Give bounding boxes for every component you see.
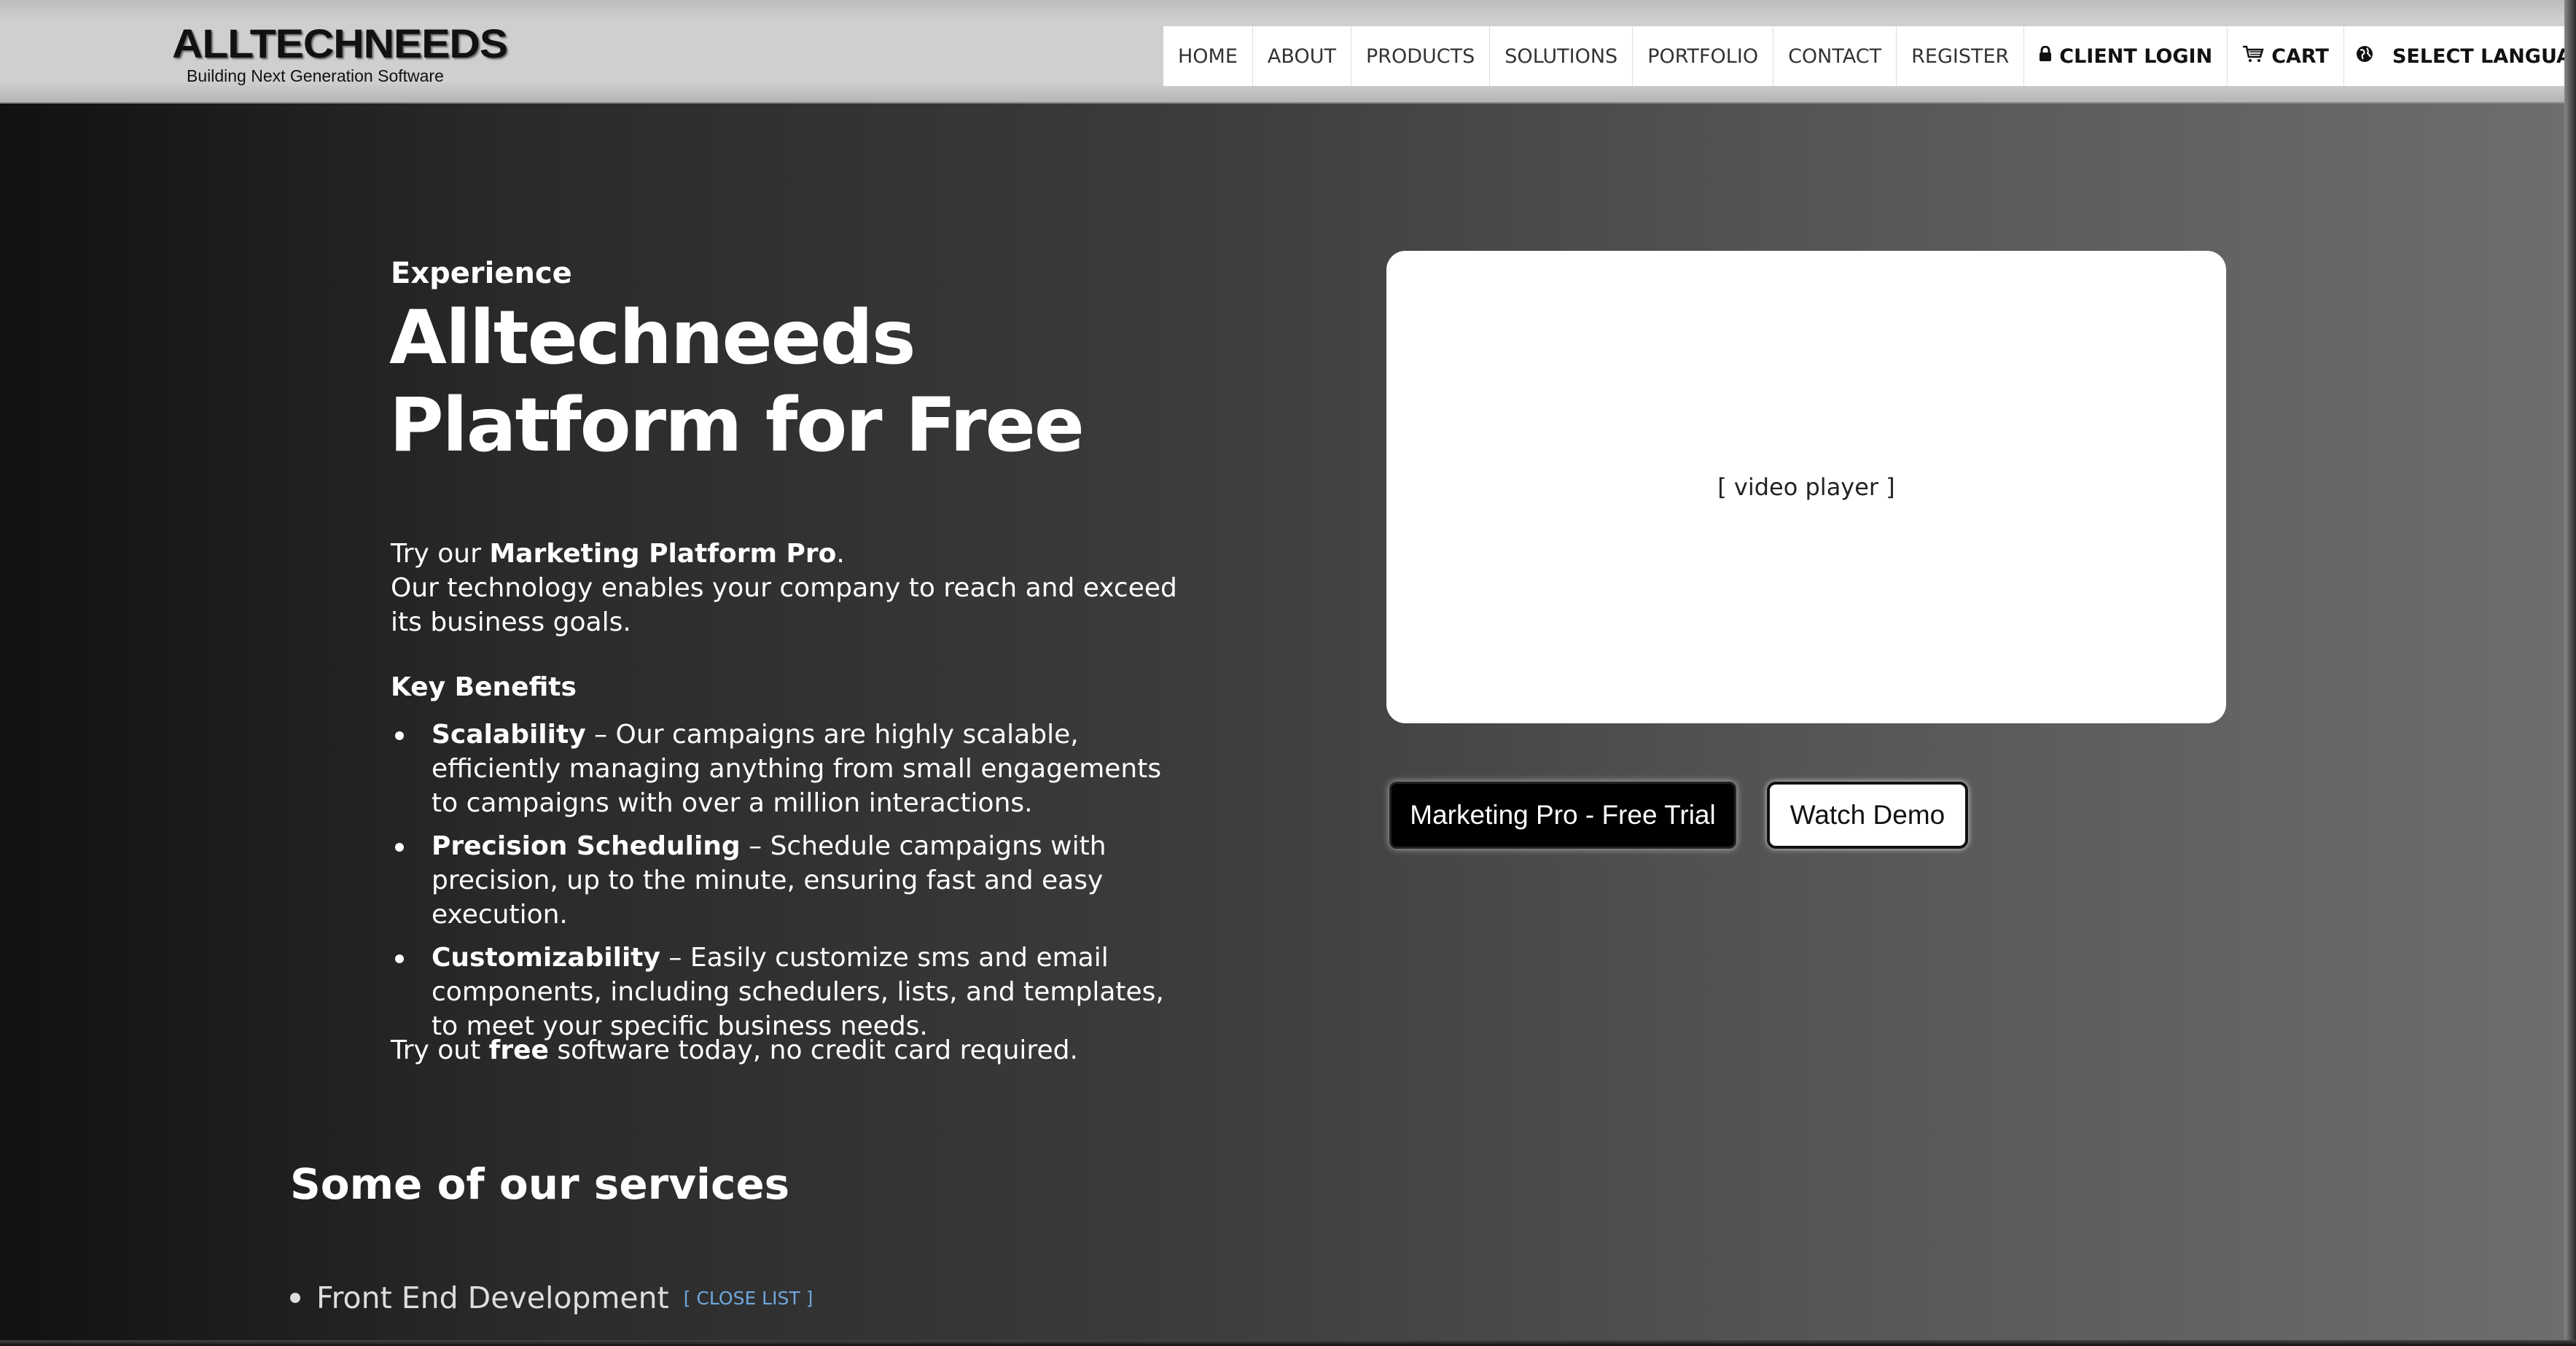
nav-home[interactable]: HOME	[1163, 26, 1253, 86]
benefit-title: Customizability	[432, 943, 660, 973]
close-list-link[interactable]: [ CLOSE LIST ]	[684, 1288, 813, 1309]
intro-line2: Our technology enables your company to r…	[391, 573, 1177, 637]
try-prefix: Try out	[391, 1035, 489, 1065]
nav-about[interactable]: ABOUT	[1253, 26, 1351, 86]
intro-prefix: Try our	[391, 539, 490, 569]
globe-icon	[2356, 45, 2373, 67]
intro-product: Marketing Platform Pro	[489, 539, 837, 569]
window-frame-bottom	[0, 1340, 2576, 1346]
site-logo[interactable]: ALLTECHNEEDS Building Next Generation So…	[172, 22, 508, 87]
hero-intro: Try our Marketing Platform Pro. Our tech…	[391, 537, 1193, 639]
benefits-list: Scalability – Our campaigns are highly s…	[391, 717, 1185, 1052]
nav-client-login-label: CLIENT LOGIN	[2059, 44, 2213, 68]
nav-cart-label: CART	[2271, 44, 2329, 68]
nav-products[interactable]: PRODUCTS	[1351, 26, 1491, 86]
video-placeholder: [ video player ]	[1717, 473, 1895, 501]
try-free-text: Try out free software today, no credit c…	[391, 1035, 1078, 1065]
main-nav: HOME ABOUT PRODUCTS SOLUTIONS PORTFOLIO …	[1163, 26, 2576, 86]
benefit-item: Scalability – Our campaigns are highly s…	[391, 717, 1185, 820]
nav-portfolio[interactable]: PORTFOLIO	[1633, 26, 1774, 86]
watch-demo-button[interactable]: Watch Demo	[1767, 782, 1968, 849]
services-title: Some of our services	[290, 1159, 790, 1209]
nav-register[interactable]: REGISTER	[1897, 26, 2025, 86]
benefit-item: Precision Scheduling – Schedule campaign…	[391, 829, 1185, 932]
benefit-item: Customizability – Easily customize sms a…	[391, 941, 1185, 1043]
try-suffix: software today, no credit card required.	[548, 1035, 1078, 1065]
video-player[interactable]: [ video player ]	[1386, 251, 2226, 723]
window-frame-right	[2564, 0, 2576, 1346]
hero-section: Experience Alltechneeds Platform for Fre…	[0, 104, 2576, 1346]
bullet-icon	[290, 1293, 300, 1303]
service-label[interactable]: Front End Development	[316, 1280, 669, 1315]
try-bold: free	[488, 1035, 549, 1065]
nav-contact[interactable]: CONTACT	[1773, 26, 1897, 86]
lock-icon	[2039, 45, 2052, 66]
cart-icon	[2242, 45, 2264, 67]
service-list-item: Front End Development [ CLOSE LIST ]	[290, 1280, 813, 1315]
benefit-title: Precision Scheduling	[432, 831, 741, 861]
nav-solutions[interactable]: SOLUTIONS	[1490, 26, 1634, 86]
logo-title: ALLTECHNEEDS	[172, 20, 508, 66]
nav-select-language-label: SELECT LANGUAGE	[2392, 44, 2576, 68]
site-header: ALLTECHNEEDS Building Next Generation So…	[0, 0, 2576, 104]
logo-tagline: Building Next Generation Software	[187, 66, 444, 85]
benefit-title: Scalability	[432, 720, 586, 750]
nav-select-language[interactable]: SELECT LANGUAGE	[2343, 26, 2576, 86]
nav-client-login[interactable]: CLIENT LOGIN	[2024, 26, 2228, 86]
hero-headline: Alltechneeds Platform for Free	[389, 295, 1085, 469]
nav-cart[interactable]: CART	[2228, 26, 2344, 86]
hero-eyebrow: Experience	[391, 257, 572, 290]
free-trial-button[interactable]: Marketing Pro - Free Trial	[1389, 782, 1736, 849]
key-benefits-title: Key Benefits	[391, 672, 577, 702]
intro-suffix: .	[836, 539, 845, 569]
